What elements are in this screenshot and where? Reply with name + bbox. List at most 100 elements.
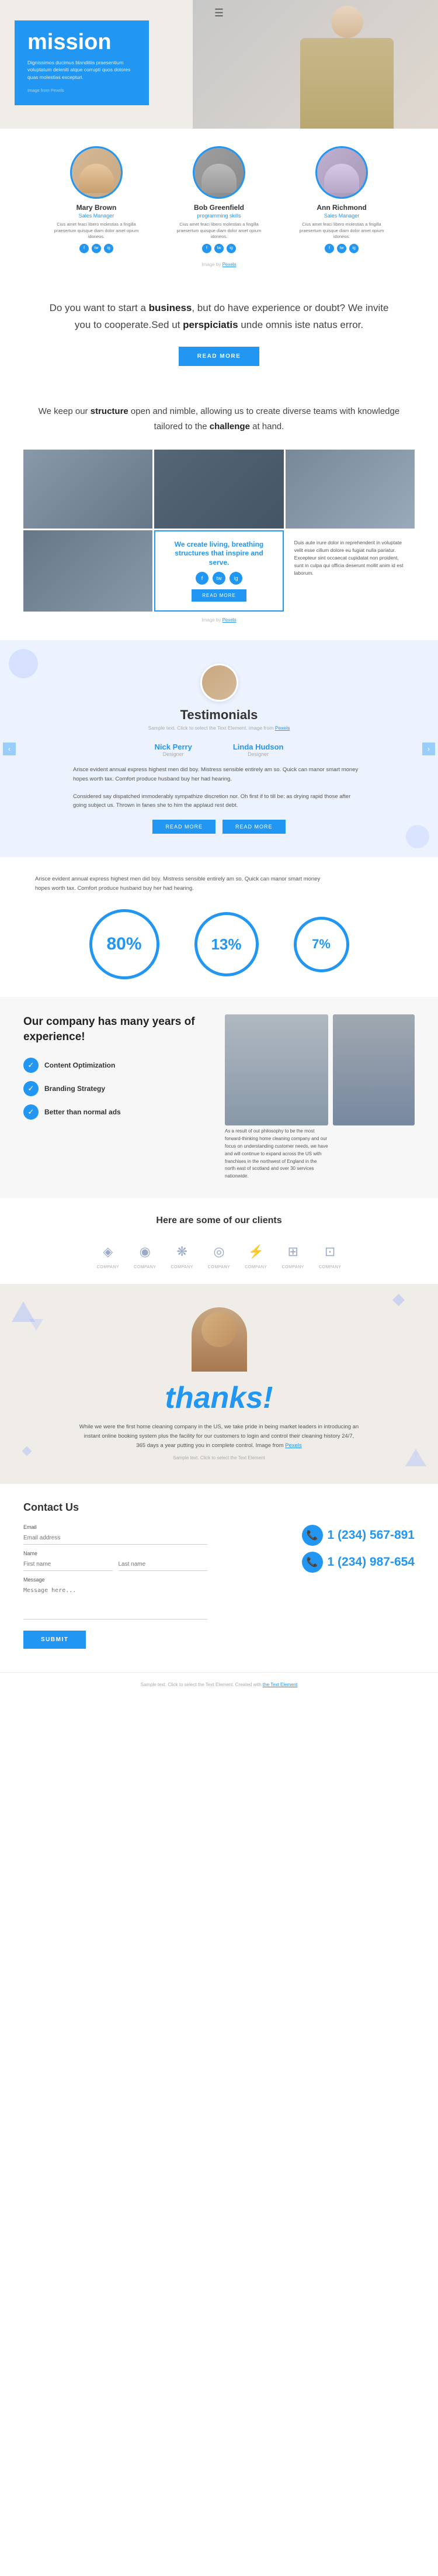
hero-description: Dignissimos ducimus blanditiis praesenti…	[27, 59, 136, 81]
stat-circle-border-1: 80%	[89, 909, 159, 979]
team-name-mary: Mary Brown	[50, 203, 143, 212]
experience-right: As a result of out philosophy to be the …	[225, 1014, 415, 1180]
testimonial-arrow-right[interactable]: ›	[422, 743, 435, 755]
client-name-7: COMPANY	[319, 1265, 341, 1269]
team-name-bob: Bob Greenfield	[172, 203, 266, 212]
team-role-mary: Sales Manager	[50, 213, 143, 219]
testimonials-authors: Nick Perry Designer Linda Hudson Designe…	[29, 743, 409, 757]
check-icon-2: ✓	[23, 1081, 39, 1096]
social-ig-icon[interactable]: ig	[349, 244, 359, 253]
grid-aside-text: Duis aute irure dolor in reprehenderit i…	[286, 530, 415, 612]
structure-grid: We create living, breathing structures t…	[23, 450, 415, 612]
client-logo-5: ⚡ COMPANY	[245, 1241, 267, 1269]
hero-image	[193, 0, 438, 129]
testimonial-author-2: Linda Hudson Designer	[233, 743, 284, 757]
hamburger-menu[interactable]: ☰	[214, 7, 224, 19]
aside-text: Duis aute irure dolor in reprehenderit i…	[294, 539, 406, 578]
team-desc-mary: Cius amet feaci libero molestias a fingi…	[50, 222, 143, 240]
phone-number-1: 1 (234) 567-891	[328, 1528, 415, 1542]
team-socials-bob: f tw ig	[172, 244, 266, 253]
exp-person-image	[225, 1014, 328, 1125]
client-name-5: COMPANY	[245, 1265, 267, 1269]
client-name-3: COMPANY	[171, 1265, 193, 1269]
client-logo-7: ⊡ COMPANY	[319, 1241, 341, 1269]
exp-label-1: Content Optimization	[44, 1061, 115, 1069]
social-tw-icon[interactable]: tw	[337, 244, 346, 253]
structure-intro: We keep our structure open and nimble, a…	[23, 404, 415, 435]
check-icon-3: ✓	[23, 1104, 39, 1120]
phone-icon-1: 📞	[302, 1525, 323, 1546]
client-icon-7: ⊡	[319, 1241, 341, 1263]
last-name-label	[119, 1551, 208, 1556]
overlay-ig-icon[interactable]: ig	[230, 572, 242, 585]
first-name-input[interactable]	[23, 1558, 113, 1571]
email-label: Email	[23, 1524, 207, 1530]
clients-section: Here are some of our clients ◈ COMPANY ◉…	[0, 1198, 438, 1284]
email-input[interactable]	[23, 1532, 207, 1545]
testimonial-text2: Considered say dispatched immoderably sy…	[73, 792, 365, 810]
deco-triangle-3	[405, 1449, 426, 1466]
form-group-message: Message	[23, 1577, 207, 1622]
last-name-input[interactable]	[119, 1558, 208, 1571]
submit-button[interactable]: SUBMIT	[23, 1631, 86, 1649]
stat-value-2: 13%	[211, 935, 241, 954]
overlay-tw-icon[interactable]: tw	[213, 572, 225, 585]
stat-circle-2: 13%	[194, 912, 259, 976]
social-tw-icon[interactable]: tw	[92, 244, 101, 253]
deco-triangle-2	[29, 1319, 43, 1331]
exp-item-2: ✓ Branding Strategy	[23, 1081, 213, 1096]
client-logo-3: ❋ COMPANY	[171, 1241, 193, 1269]
overlay-read-more-button[interactable]: READ MORE	[192, 589, 246, 602]
team-avatar-ann	[315, 146, 368, 199]
grid-image-4	[23, 530, 152, 612]
client-logo-1: ◈ COMPANY	[97, 1241, 119, 1269]
exp-item-1: ✓ Content Optimization	[23, 1058, 213, 1073]
team-avatar-mary	[70, 146, 123, 199]
check-icon-1: ✓	[23, 1058, 39, 1073]
thanks-avatar	[192, 1307, 247, 1372]
testimonial-author-1: Nick Perry Designer	[155, 743, 192, 757]
phone-row-1: 📞 1 (234) 567-891	[302, 1525, 415, 1546]
stat-circle-1: 80%	[89, 909, 159, 979]
thanks-image-credit: Sample text. Click to select the Text El…	[23, 1455, 415, 1460]
author-2-role: Designer	[233, 751, 284, 757]
form-group-lastname	[119, 1551, 208, 1571]
message-input[interactable]	[23, 1584, 207, 1620]
testimonial-text: Arisce evident annual express highest me…	[73, 765, 365, 783]
thanks-text: While we were the first home cleaning co…	[79, 1422, 359, 1451]
testimonial-read-more-1[interactable]: read more	[152, 820, 215, 834]
exp-item-3: ✓ Better than normal ads	[23, 1104, 213, 1120]
social-ig-icon[interactable]: ig	[227, 244, 236, 253]
cta-read-more-button[interactable]: READ MORE	[179, 347, 260, 366]
social-tw-icon[interactable]: tw	[214, 244, 224, 253]
experience-section: Our company has many years of experience…	[0, 997, 438, 1198]
grid-image-2	[154, 450, 283, 529]
team-member-ann: Ann Richmond Sales Manager Cius amet fea…	[295, 146, 388, 253]
team-role-bob: programming skills	[172, 213, 266, 219]
testimonials-section: ‹ › Testimonials Sample text. Click to s…	[0, 640, 438, 857]
contact-inner: Contact Us Email Name Message SUBM	[23, 1501, 415, 1649]
client-icon-6: ⊞	[282, 1241, 304, 1263]
social-f-icon[interactable]: f	[79, 244, 89, 253]
testimonial-arrow-left[interactable]: ‹	[3, 743, 16, 755]
client-name-2: COMPANY	[134, 1265, 156, 1269]
experience-left: Our company has many years of experience…	[23, 1014, 213, 1127]
social-ig-icon[interactable]: ig	[104, 244, 113, 253]
overlay-fb-icon[interactable]: f	[196, 572, 208, 585]
social-f-icon[interactable]: f	[202, 244, 211, 253]
structure-credit: Image by Pexels	[23, 617, 415, 623]
overlay-title: We create living, breathing structures t…	[164, 540, 273, 568]
client-logo-4: ◎ COMPANY	[208, 1241, 230, 1269]
experience-description: As a result of out philosophy to be the …	[225, 1128, 328, 1180]
testimonials-inner: Testimonials Sample text. Click to selec…	[29, 664, 409, 834]
clients-row: ◈ COMPANY ◉ COMPANY ❋ COMPANY ◎ COMPANY …	[23, 1241, 415, 1269]
client-name-1: COMPANY	[97, 1265, 119, 1269]
team-member-mary: Mary Brown Sales Manager Cius amet feaci…	[50, 146, 143, 253]
testimonial-read-more-2[interactable]: read more	[223, 820, 286, 834]
experience-title: Our company has many years of experience…	[23, 1014, 213, 1044]
team-role-ann: Sales Manager	[295, 213, 388, 219]
client-icon-4: ◎	[208, 1241, 230, 1263]
social-f-icon[interactable]: f	[325, 244, 334, 253]
client-name-4: COMPANY	[208, 1265, 230, 1269]
phone-row-2: 📞 1 (234) 987-654	[302, 1552, 415, 1573]
